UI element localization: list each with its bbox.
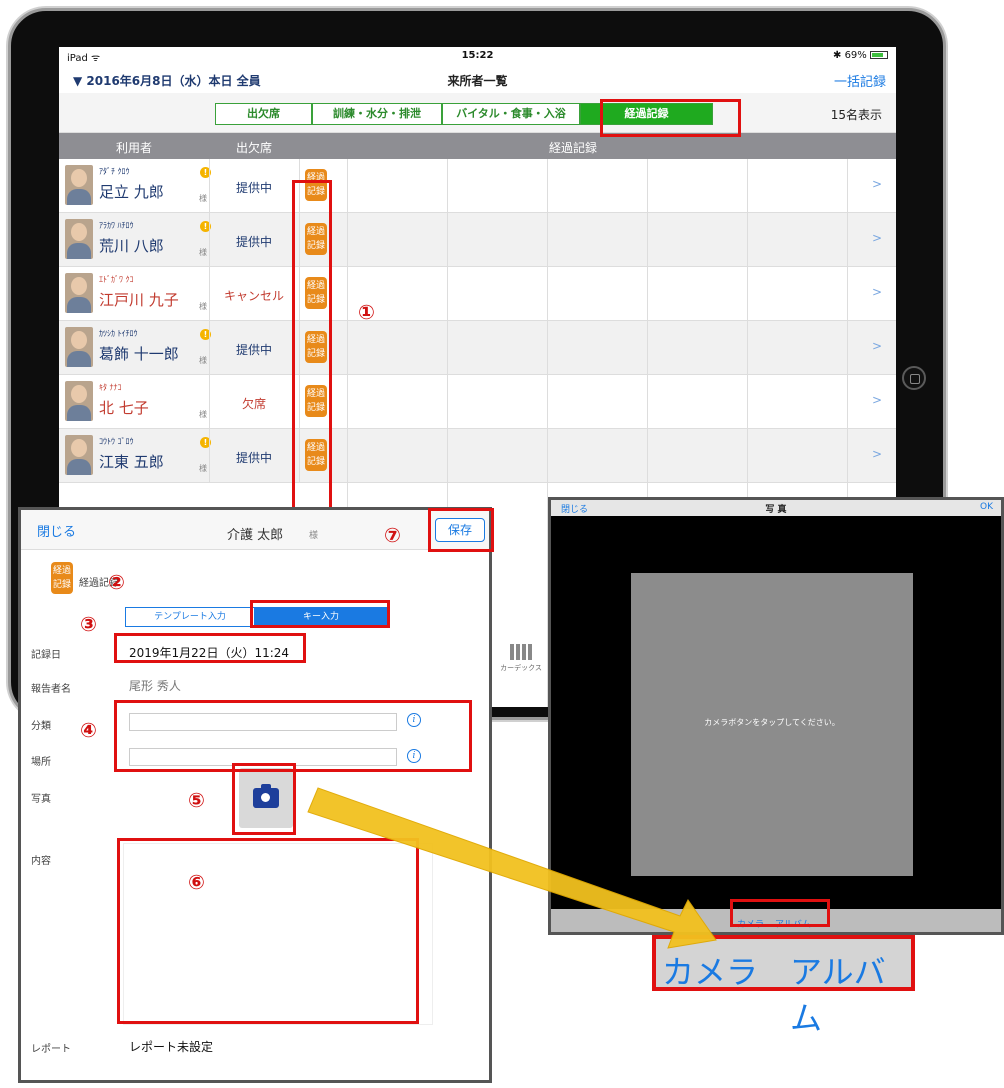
arrow-icon [307,787,717,949]
